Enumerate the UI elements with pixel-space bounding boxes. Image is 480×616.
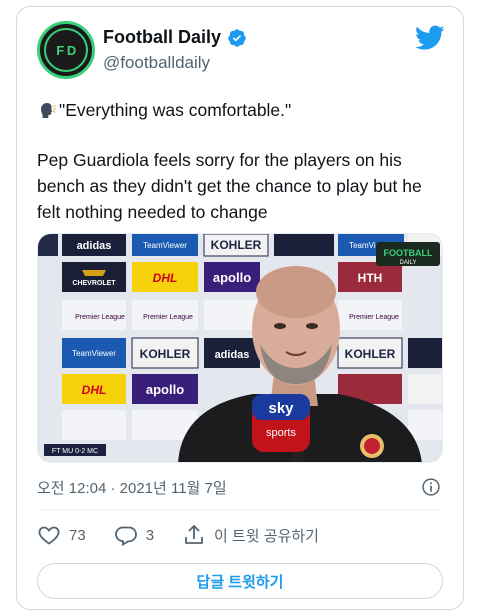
heart-icon [38,526,60,545]
share-label: 이 트윗 공유하기 [214,527,319,545]
share-icon [185,524,203,544]
tweet-quote-line: "Everything was comfortable." [37,97,447,123]
author-handle[interactable]: @footballdaily [103,53,210,73]
tweet-media-video[interactable]: adidas TeamViewer KOHLER TeamViewer CHEV… [37,233,443,463]
overlay-football-daily: FOOTBALL [384,248,433,258]
info-icon[interactable] [421,477,441,497]
board-hth: HTH [358,271,383,285]
svg-text:apollo: apollo [146,382,184,397]
share-button[interactable]: 이 트윗 공유하기 [182,523,319,547]
speaking-head-icon [41,103,57,118]
svg-text:TeamViewer: TeamViewer [72,349,116,358]
tweet-timestamp[interactable]: 오전 12:04 · 2021년 11월 7일 [37,477,227,498]
divider [37,509,443,510]
tweet-quote: "Everything was comfortable." [59,100,292,120]
tweet-body: Pep Guardiola feels sorry for the player… [37,150,422,222]
svg-text:Premier League: Premier League [143,314,193,321]
reply-count-button[interactable]: 3 [114,523,154,547]
avatar-logo: F D [44,28,88,72]
like-button[interactable]: 73 [37,523,86,547]
like-count: 73 [69,526,86,544]
board-teamviewer: TeamViewer [143,241,187,250]
reply-count: 3 [145,526,155,544]
twitter-bird-icon[interactable] [415,25,445,51]
board-kohler: KOHLER [211,238,262,252]
board-chevrolet: CHEVROLET [72,280,116,287]
avatar[interactable]: F D [37,21,95,79]
tweet-card: F D Football Daily @footballdaily "Every… [16,6,464,610]
svg-text:DHL: DHL [82,383,107,397]
verified-badge-icon [228,28,246,47]
score-bug: FT MU 0-2 MC [52,448,98,455]
svg-text:Premier League: Premier League [349,314,399,321]
svg-text:KOHLER: KOHLER [140,347,191,361]
reply-tweet-button[interactable]: 답글 트윗하기 [37,563,443,599]
author-display-name[interactable]: Football Daily [103,27,221,48]
comment-icon [114,526,137,547]
svg-text:KOHLER: KOHLER [345,347,396,361]
video-thumbnail: adidas TeamViewer KOHLER TeamViewer CHEV… [38,234,442,462]
overlay-daily: DAILY [400,260,417,266]
board-apollo: apollo [213,270,251,285]
mic-sports-logo: sports [266,427,296,439]
mic-sky-logo: sky [268,400,294,417]
board-adidas: adidas [77,240,112,252]
board-premier-league: Premier League [75,314,125,321]
svg-text:adidas: adidas [215,349,250,361]
board-dhl: DHL [153,271,178,285]
tweet-actions: 73 3 이 트윗 공유하기 [37,523,347,547]
author-name-row: Football Daily [103,27,247,48]
